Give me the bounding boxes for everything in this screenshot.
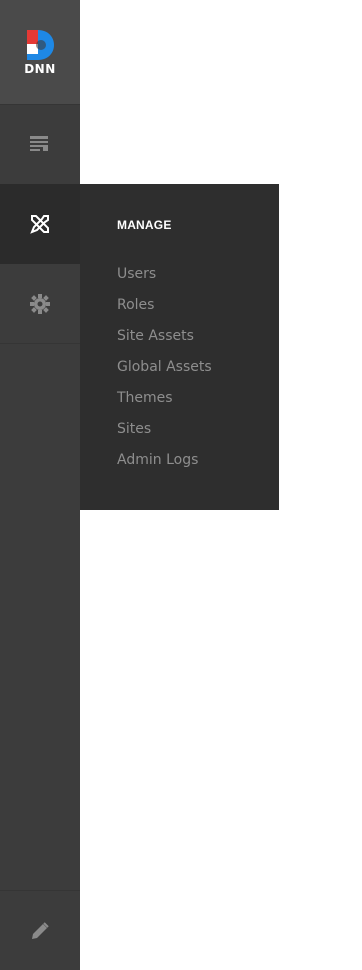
- pages-icon: [30, 135, 48, 151]
- nav-item-edit[interactable]: [0, 890, 80, 970]
- pencil-icon: [32, 921, 49, 939]
- dnn-logo-icon: [27, 30, 54, 60]
- menu-item-sites[interactable]: Sites: [117, 419, 212, 450]
- dnn-logo-text: DNN: [24, 62, 56, 76]
- nav-item-pages[interactable]: [0, 105, 80, 185]
- nav-item-manage[interactable]: [0, 184, 80, 264]
- menu-item-site-assets[interactable]: Site Assets: [117, 326, 212, 357]
- manage-flyout-menu: MANAGE Users Roles Site Assets Global As…: [80, 184, 279, 510]
- dnn-logo[interactable]: DNN: [0, 0, 80, 105]
- flyout-title: MANAGE: [117, 218, 172, 232]
- menu-item-users[interactable]: Users: [117, 264, 212, 295]
- manage-menu-list: Users Roles Site Assets Global Assets Th…: [117, 264, 212, 481]
- menu-item-themes[interactable]: Themes: [117, 388, 212, 419]
- menu-item-global-assets[interactable]: Global Assets: [117, 357, 212, 388]
- persona-bar-sidebar: DNN: [0, 0, 80, 970]
- wrench-screwdriver-icon: [30, 215, 49, 234]
- nav-item-settings[interactable]: [0, 264, 80, 344]
- menu-item-admin-logs[interactable]: Admin Logs: [117, 450, 212, 481]
- menu-item-roles[interactable]: Roles: [117, 295, 212, 326]
- gear-icon: [30, 293, 50, 314]
